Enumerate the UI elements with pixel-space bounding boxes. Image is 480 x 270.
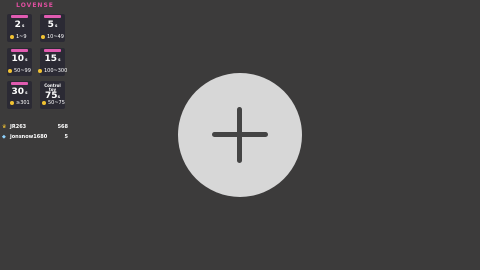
tier-accent-bar <box>11 15 28 18</box>
leader-name: jonsnow1680 <box>10 134 48 140</box>
coin-icon <box>8 68 12 73</box>
add-button[interactable] <box>178 73 302 197</box>
coin-icon <box>41 34 45 39</box>
leaderboard-row: ♛ JR263 568 <box>2 123 68 131</box>
tier-range: 10~49 <box>41 34 71 40</box>
plus-icon <box>237 107 242 163</box>
diamond-icon: ◆ <box>2 134 6 140</box>
trophy-icon: ♛ <box>2 124 7 130</box>
coin-icon <box>10 100 14 105</box>
leaderboard-row: ◆ jonsnow1680 5 <box>2 133 68 141</box>
tier-level: 30s <box>11 87 28 97</box>
leader-score: 568 <box>57 124 68 130</box>
tier-level: 15s <box>44 54 61 64</box>
tier-accent-bar <box>11 82 28 85</box>
tier-range: 50~75 <box>42 100 72 106</box>
tier-range: 1~9 <box>10 34 40 40</box>
tip-menu-panel: LOVENSE 2s 1~9 5s 10~49 10s 50~99 15s 10… <box>0 0 74 150</box>
tier-level: 5s <box>47 20 58 30</box>
coin-icon <box>10 34 14 39</box>
tier-range: 50~99 <box>8 68 38 74</box>
tier-range: 100~300 <box>38 68 68 74</box>
leader-name: JR263 <box>10 124 27 130</box>
brand-logo: LOVENSE <box>16 2 54 9</box>
tier-range: ≥301 <box>10 100 40 106</box>
tier-level: 2s <box>14 20 25 30</box>
leader-score: 5 <box>64 134 68 140</box>
coin-icon <box>38 68 42 73</box>
tier-accent-bar <box>44 15 61 18</box>
coin-icon <box>42 100 46 105</box>
tier-level: 10s <box>11 54 28 64</box>
tier-accent-bar <box>11 49 28 52</box>
tier-accent-bar <box>44 49 61 52</box>
